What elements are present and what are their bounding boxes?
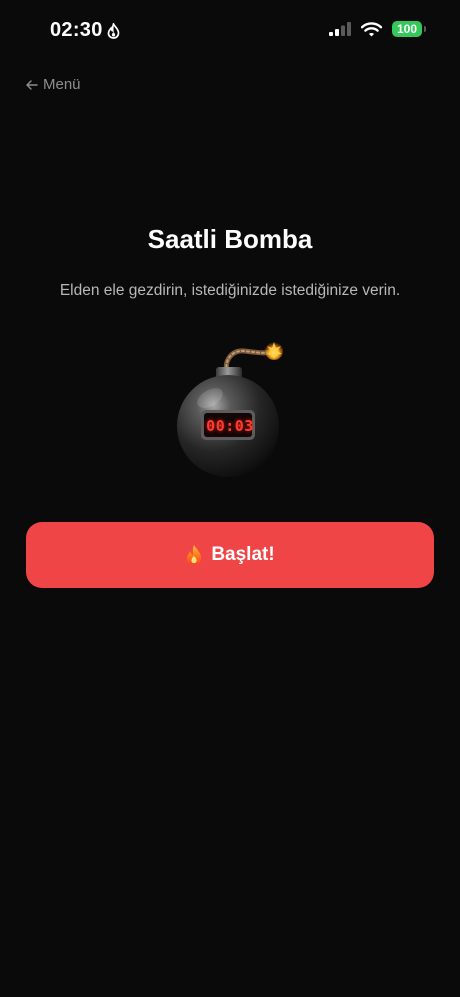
cellular-signal-icon — [329, 22, 351, 36]
game-description: Elden ele gezdirin, istediğinizde istedi… — [59, 282, 401, 299]
status-bar: 02:30 100 — [0, 0, 460, 60]
back-to-menu-link[interactable]: Menü — [26, 76, 81, 93]
battery-level: 100 — [396, 22, 418, 36]
battery-indicator: 100 — [392, 21, 426, 37]
status-indicators: 100 — [329, 21, 426, 37]
bomb-icon — [177, 342, 283, 477]
bomb-timer-display: 00:03 — [206, 417, 254, 435]
status-time-label: 02:30 — [50, 19, 103, 41]
start-button-label: Başlat! — [211, 544, 275, 565]
page-title: Saatli Bomba — [147, 224, 313, 254]
back-link-label: Menü — [43, 76, 81, 93]
arrow-left-icon — [26, 79, 38, 90]
wifi-icon — [361, 21, 382, 36]
status-time: 02:30 — [50, 19, 120, 42]
start-button[interactable]: Başlat! — [26, 522, 434, 588]
flame-outline-icon — [107, 22, 120, 39]
fire-icon — [187, 545, 202, 565]
